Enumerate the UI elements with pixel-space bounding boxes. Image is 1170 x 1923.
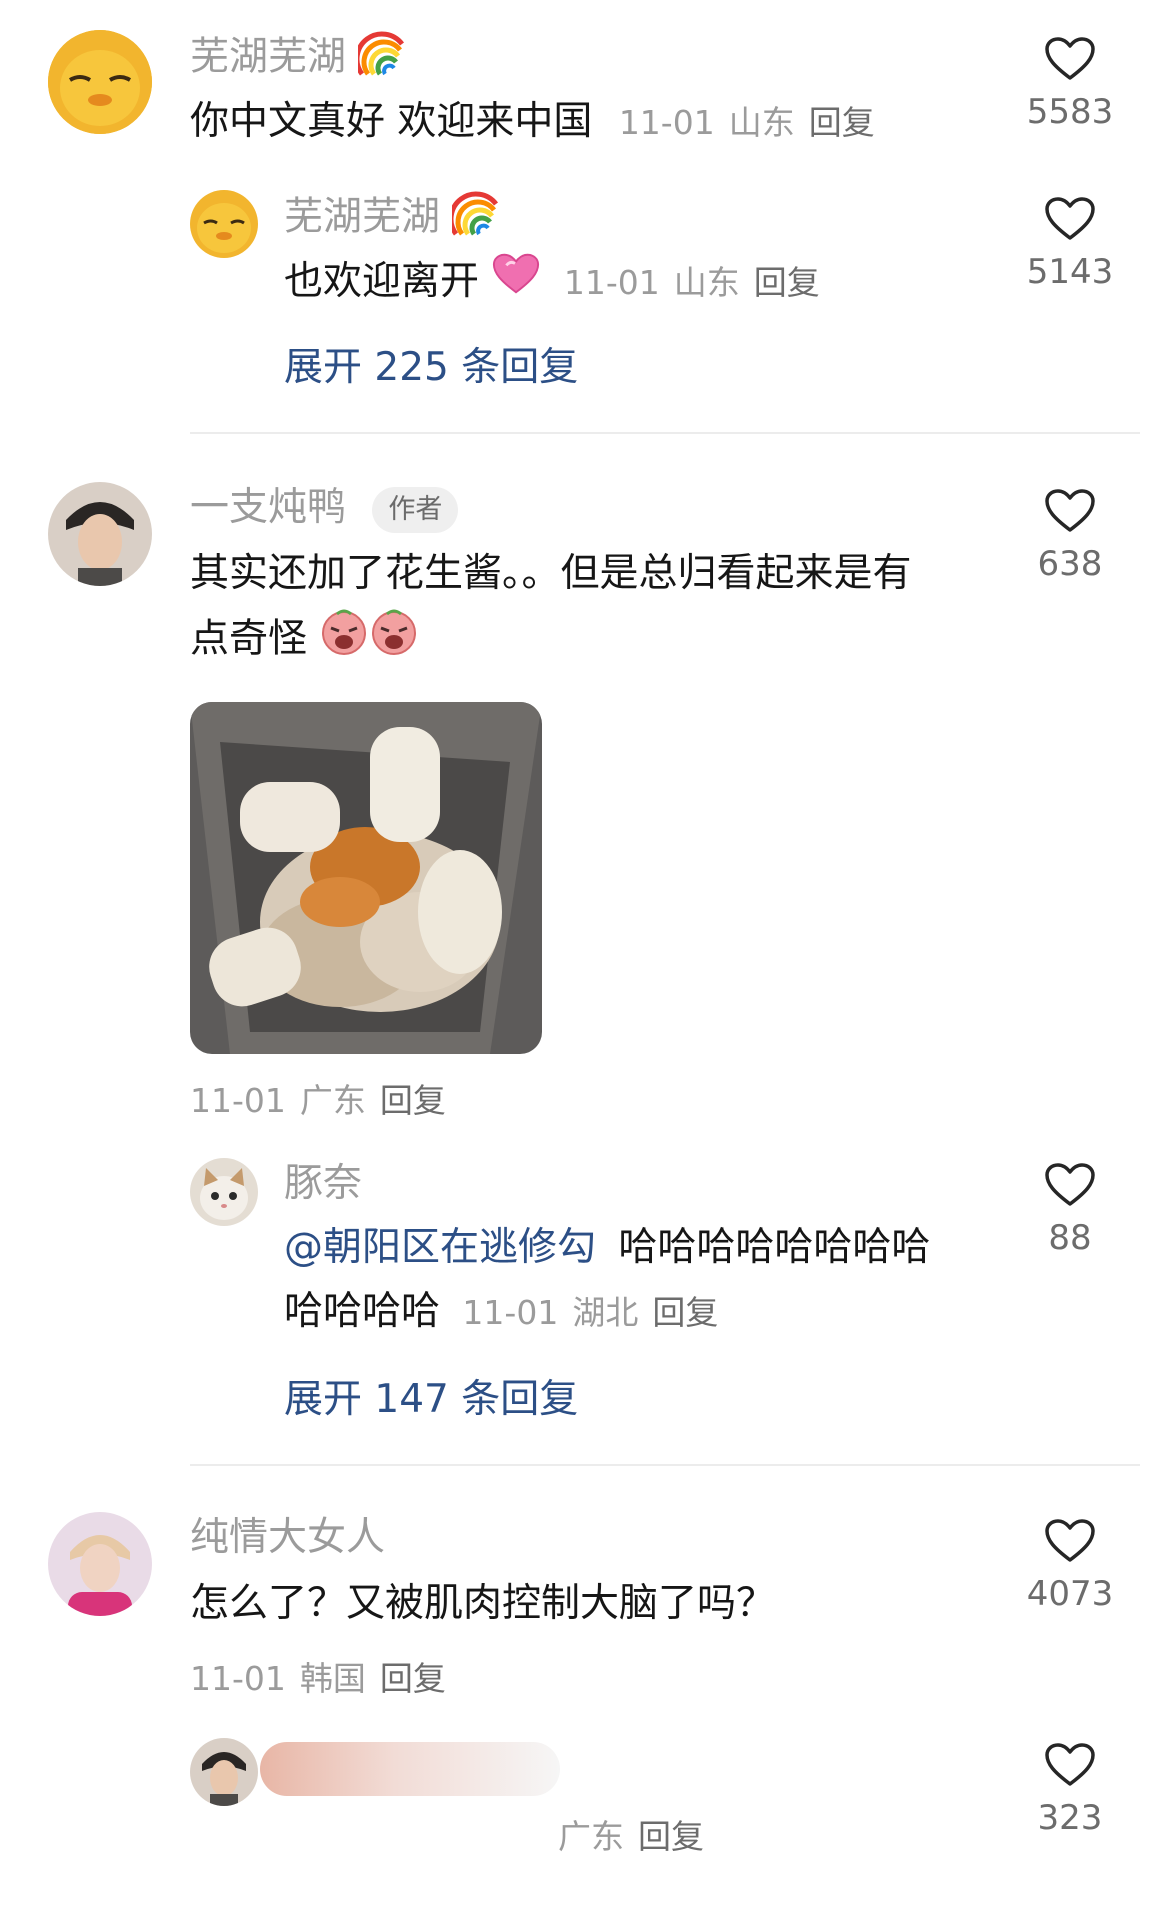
comment-location: 山东: [673, 263, 740, 302]
like-button[interactable]: 638: [1010, 488, 1130, 584]
comment-text-line: 哈哈哈哈: [284, 1289, 441, 1334]
avatar[interactable]: [190, 1738, 258, 1806]
comment-location: 山东: [728, 103, 795, 142]
like-count: 323: [1037, 1798, 1103, 1838]
comment-date: 11-01: [190, 1081, 286, 1120]
username[interactable]: 芜湖芜湖: [190, 35, 346, 80]
reply-button[interactable]: 回复: [380, 1081, 446, 1120]
reply-button[interactable]: 回复: [652, 1293, 718, 1332]
expand-replies-button[interactable]: 展开 225 条回复: [284, 336, 578, 392]
username[interactable]: 纯情大女人: [190, 1514, 385, 1562]
comment-date: 11-01: [563, 263, 660, 302]
reply-button[interactable]: 回复: [380, 1659, 446, 1698]
comment-date: 11-01: [190, 1659, 286, 1698]
crying-emoji-icon: [369, 606, 419, 676]
like-count: 88: [1048, 1218, 1092, 1258]
avatar[interactable]: [48, 1512, 152, 1616]
like-count: 4073: [1026, 1574, 1114, 1614]
avatar[interactable]: [48, 482, 152, 586]
username[interactable]: 豚奈: [284, 1160, 362, 1208]
avatar[interactable]: [190, 190, 258, 258]
avatar[interactable]: [48, 30, 152, 134]
like-count: 5143: [1026, 252, 1114, 292]
author-avatar-image: [48, 482, 152, 586]
comment-location: 韩国: [299, 1659, 366, 1698]
avatar[interactable]: [190, 1158, 258, 1226]
comment-text-line: 点奇怪: [190, 616, 308, 662]
comment-location: 湖北: [572, 1293, 639, 1332]
like-button[interactable]: 88: [1010, 1162, 1130, 1258]
divider: [190, 432, 1140, 434]
user-avatar-image: [48, 1512, 152, 1616]
comment-date: 11-01: [462, 1293, 559, 1332]
author-badge: 作者: [372, 486, 459, 533]
like-button[interactable]: 323: [1010, 1742, 1130, 1838]
like-count: 5583: [1026, 92, 1114, 132]
cat-avatar-image: [190, 1158, 258, 1226]
like-count: 638: [1037, 544, 1103, 584]
comment-location: 广东: [558, 1817, 624, 1856]
heart-outline-icon: [1045, 1519, 1095, 1562]
reply-button[interactable]: 回复: [809, 103, 875, 142]
username[interactable]: 一支炖鸭: [190, 485, 346, 530]
like-button[interactable]: 5583: [1010, 36, 1130, 132]
heart-outline-icon: [1045, 1743, 1095, 1786]
heart-outline-icon: [1045, 37, 1095, 80]
comment-date: 11-01: [618, 103, 715, 142]
blurred-username: [260, 1742, 560, 1796]
duck-avatar-image: [48, 30, 152, 134]
reply-button[interactable]: 回复: [754, 263, 820, 302]
author-avatar-image: [190, 1738, 258, 1806]
comment-text-line: 其实还加了花生酱。。但是总归看起来是有: [190, 551, 912, 596]
comment-text: 也欢迎离开: [284, 259, 480, 304]
heart-outline-icon: [1045, 197, 1095, 240]
rainbow-emoji-icon: [354, 30, 406, 88]
rainbow-emoji-icon: [448, 190, 500, 248]
divider: [190, 1464, 1140, 1466]
heart-outline-icon: [1045, 489, 1095, 532]
reply-button[interactable]: 回复: [638, 1817, 704, 1856]
comment-text-line: 哈哈哈哈哈哈哈哈: [618, 1225, 931, 1270]
comment-photo[interactable]: [190, 702, 542, 1054]
comment-location: 广东: [299, 1081, 366, 1120]
expand-replies-button[interactable]: 展开 147 条回复: [284, 1368, 578, 1424]
crying-emoji-icon: [319, 606, 369, 676]
duck-avatar-image: [190, 190, 258, 258]
heart-outline-icon: [1045, 1163, 1095, 1206]
like-button[interactable]: 4073: [1010, 1518, 1130, 1614]
pink-heart-emoji-icon: [491, 251, 541, 317]
username[interactable]: 芜湖芜湖: [284, 195, 440, 240]
mention-link[interactable]: @朝阳区在逃修勾: [284, 1225, 596, 1270]
like-button[interactable]: 5143: [1010, 196, 1130, 292]
comment-text: 怎么了？又被肌肉控制大脑了吗？: [190, 1581, 776, 1626]
comment-text: 你中文真好 欢迎来中国: [190, 99, 593, 144]
banana-oats-photo: [190, 702, 542, 1054]
